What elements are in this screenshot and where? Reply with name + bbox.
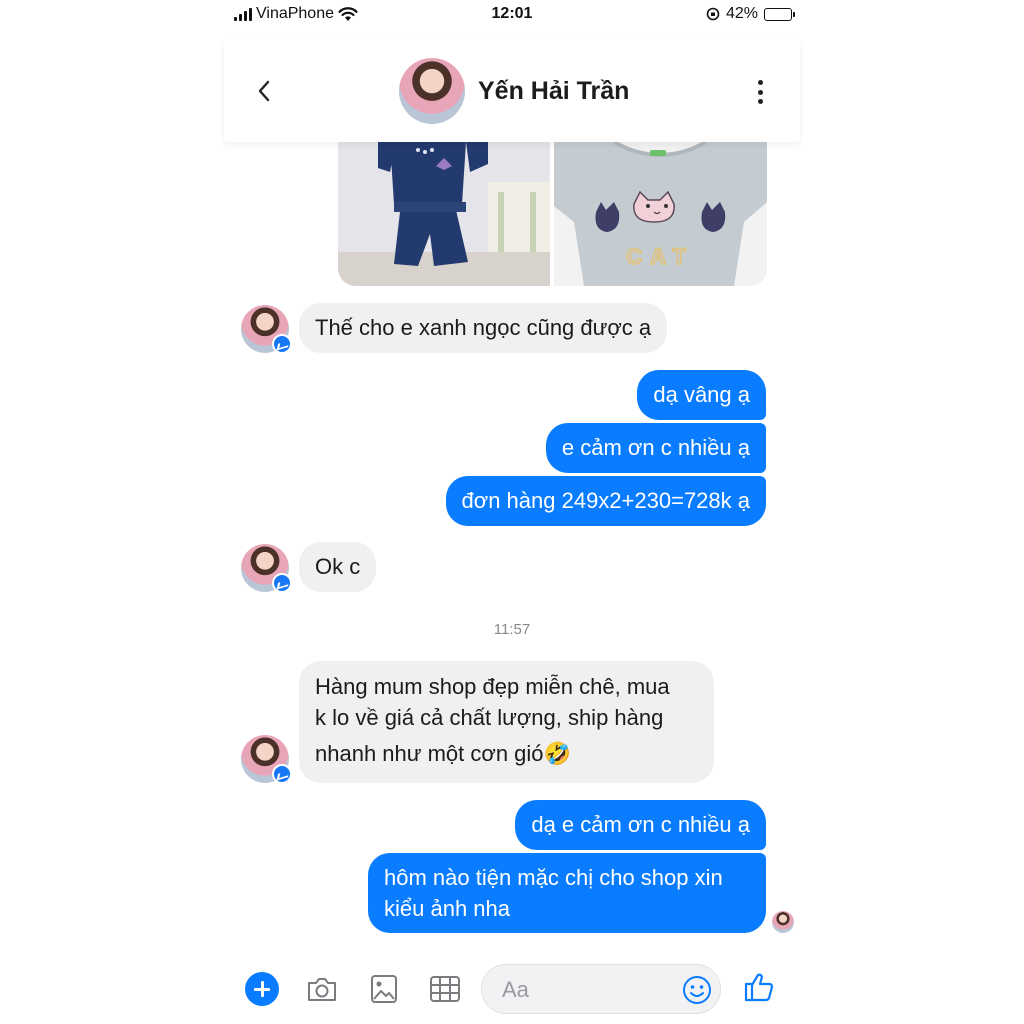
contact-name[interactable]: Yến Hải Trần <box>478 77 629 106</box>
tshirt-photo-illustration: CAT <box>554 142 767 286</box>
message-incoming-long[interactable]: Hàng mum shop đẹp miễn chê, mua k lo về … <box>299 661 714 783</box>
message-outgoing[interactable]: đơn hàng 249x2+230=728k ạ <box>445 476 766 526</box>
dress-photo-illustration <box>338 142 550 286</box>
messenger-badge-icon <box>272 334 292 354</box>
message-line: k lo về giá cả chất lượng, ship hàng <box>315 705 664 730</box>
camera-icon[interactable] <box>305 972 339 1006</box>
message-input[interactable] <box>502 975 672 1005</box>
cat-print-text: CAT <box>626 244 694 269</box>
message-outgoing[interactable]: dạ e cảm ơn c nhiều ạ <box>515 800 766 850</box>
shared-photo-tshirt[interactable]: CAT <box>554 142 767 286</box>
status-right: 42% <box>706 5 795 23</box>
shared-photo-dress[interactable] <box>338 142 550 286</box>
smile-icon[interactable] <box>682 975 712 1005</box>
more-icon[interactable] <box>756 80 764 104</box>
orientation-lock-icon <box>706 7 720 21</box>
plus-icon[interactable] <box>245 972 279 1006</box>
messenger-badge-icon <box>272 764 292 784</box>
like-icon[interactable] <box>742 970 776 1004</box>
contact-avatar[interactable] <box>399 58 465 124</box>
battery-icon <box>764 7 795 21</box>
message-line: kiểu ảnh nha <box>384 896 510 921</box>
battery-percent: 42% <box>725 5 758 22</box>
message-incoming[interactable]: Ok c <box>299 542 377 592</box>
message-incoming[interactable]: Thế cho e xanh ngọc cũng được ạ <box>299 303 668 353</box>
message-line: Hàng mum shop đẹp miễn chê, mua <box>315 674 670 699</box>
message-outgoing-long[interactable]: hôm nào tiện mặc chị cho shop xin kiểu ả… <box>368 853 766 933</box>
gif-icon[interactable] <box>428 972 462 1006</box>
back-icon[interactable] <box>252 76 276 106</box>
chat-header: Yến Hải Trần <box>224 40 800 142</box>
messenger-screen: VinaPhone 12:01 42% Yến Hải Trần CAT Thế… <box>224 0 800 1024</box>
message-input-wrapper <box>481 964 721 1014</box>
message-line: nhanh như một cơn gió🤣 <box>315 741 571 766</box>
message-composer <box>224 960 800 1018</box>
message-outgoing[interactable]: dạ vâng ạ <box>637 370 766 420</box>
message-outgoing[interactable]: e cảm ơn c nhiều ạ <box>545 423 766 473</box>
message-line: hôm nào tiện mặc chị cho shop xin <box>384 865 723 890</box>
gallery-icon[interactable] <box>367 972 401 1006</box>
seen-avatar <box>772 911 794 933</box>
status-bar: VinaPhone 12:01 42% <box>224 0 800 30</box>
chat-timestamp: 11:57 <box>493 621 531 638</box>
messenger-badge-icon <box>272 573 292 593</box>
